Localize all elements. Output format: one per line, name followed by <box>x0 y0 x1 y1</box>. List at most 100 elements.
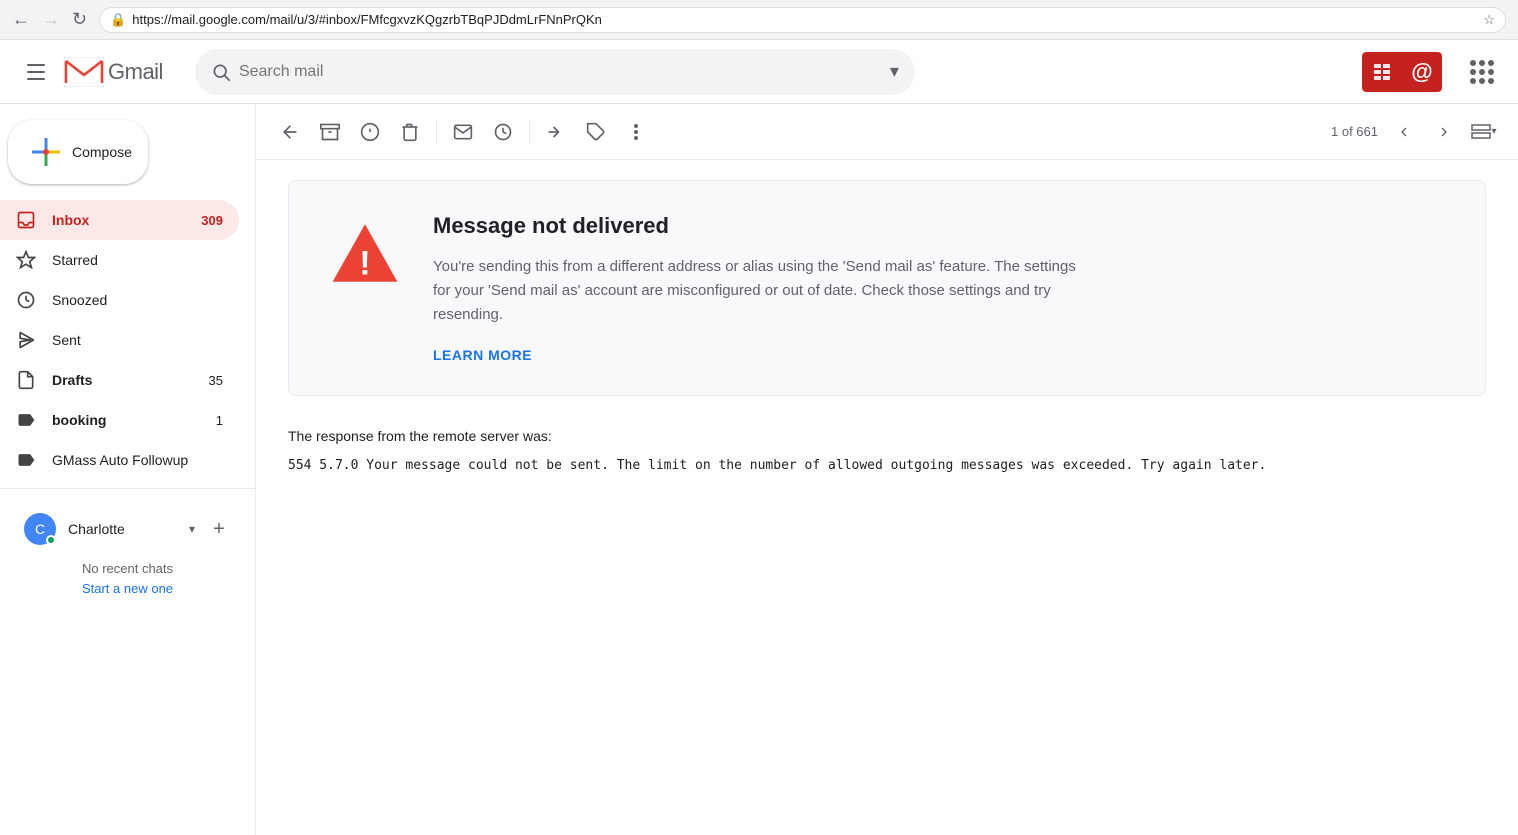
sidebar-item-gmass[interactable]: GMass Auto Followup <box>0 440 239 480</box>
error-description: You're sending this from a different add… <box>433 255 1093 327</box>
search-dropdown-icon[interactable]: ▾ <box>890 61 899 82</box>
page-count: 1 of 661 <box>1331 124 1378 139</box>
sidebar-item-sent[interactable]: Sent <box>0 320 239 360</box>
remote-response-section: The response from the remote server was:… <box>288 428 1486 493</box>
gmass-label: GMass Auto Followup <box>52 452 223 468</box>
draft-icon <box>16 370 36 390</box>
drafts-label: Drafts <box>52 372 193 388</box>
user-avatar: C <box>24 513 56 545</box>
more-options-button[interactable] <box>618 114 654 150</box>
star-icon[interactable]: ☆ <box>1483 12 1495 28</box>
email-toolbar: 1 of 661 ▾ <box>256 104 1518 160</box>
error-content: Message not delivered You're sending thi… <box>433 213 1445 363</box>
browser-bar: ← → ↻ 🔒 https://mail.google.com/mail/u/3… <box>0 0 1518 40</box>
archive-icon <box>320 122 340 142</box>
drafts-count: 35 <box>209 373 223 388</box>
search-input[interactable] <box>239 63 882 81</box>
more-dots-icon <box>634 123 638 141</box>
starred-label: Starred <box>52 252 223 268</box>
add-chat-button[interactable]: + <box>207 517 231 541</box>
sidebar-item-drafts[interactable]: Drafts 35 <box>0 360 239 400</box>
booking-count: 1 <box>216 413 223 428</box>
forward-nav-button[interactable]: → <box>42 9 60 30</box>
sidebar-item-snoozed[interactable]: Snoozed <box>0 280 239 320</box>
main-layout: Compose Inbox 309 Starred <box>0 104 1518 835</box>
sidebar-item-inbox[interactable]: Inbox 309 <box>0 200 239 240</box>
label-icon-gmass <box>16 450 36 470</box>
prev-arrow-icon <box>1396 124 1412 140</box>
compose-button[interactable]: Compose <box>8 120 148 184</box>
inbox-count: 309 <box>201 213 223 228</box>
snoozed-label: Snoozed <box>52 292 223 308</box>
report-spam-button[interactable] <box>352 114 388 150</box>
start-new-chat-link[interactable]: Start a new one <box>16 580 239 596</box>
url-bar[interactable]: 🔒 https://mail.google.com/mail/u/3/#inbo… <box>99 7 1506 33</box>
lock-icon: 🔒 <box>110 12 126 28</box>
view-options-button[interactable]: ▾ <box>1466 114 1502 150</box>
remote-response-label: The response from the remote server was: <box>288 428 1486 444</box>
at-icon: @ <box>1411 59 1432 85</box>
sheets-button[interactable] <box>1362 52 1402 92</box>
sheets-icon <box>1372 62 1392 82</box>
view-icon <box>1471 124 1491 140</box>
chat-user-name: Charlotte <box>68 521 177 537</box>
clock-icon <box>16 290 36 310</box>
star-nav-icon <box>16 250 36 270</box>
error-title: Message not delivered <box>433 213 1445 239</box>
sent-label: Sent <box>52 332 223 348</box>
chat-dropdown-icon[interactable]: ▾ <box>189 522 195 536</box>
google-apps-grid-button[interactable] <box>1462 52 1502 92</box>
compose-label: Compose <box>72 144 132 160</box>
mark-unread-button[interactable] <box>445 114 481 150</box>
label-icon-booking <box>16 410 36 430</box>
label-icon <box>586 122 606 142</box>
gmail-m-icon <box>64 57 104 87</box>
inbox-icon <box>16 210 36 230</box>
at-button[interactable]: @ <box>1402 52 1442 92</box>
back-arrow-icon <box>280 122 300 142</box>
warning-triangle-icon: ! <box>329 217 401 289</box>
send-icon <box>16 330 36 350</box>
menu-button[interactable] <box>16 52 56 92</box>
mail-icon <box>453 122 473 142</box>
snooze-button[interactable] <box>485 114 521 150</box>
svg-text:!: ! <box>359 245 370 283</box>
archive-button[interactable] <box>312 114 348 150</box>
start-new-chat-anchor[interactable]: Start a new one <box>82 581 173 596</box>
snooze-icon <box>493 122 513 142</box>
google-apps-buttons: @ <box>1362 52 1442 92</box>
chat-user-row[interactable]: C Charlotte ▾ + <box>16 505 239 553</box>
prev-email-button[interactable] <box>1386 114 1422 150</box>
learn-more-link[interactable]: LEARN MORE <box>433 347 532 363</box>
toolbar-pagination: 1 of 661 ▾ <box>1331 114 1502 150</box>
remote-response-code: 554 5.7.0 Your message could not be sent… <box>288 456 1486 477</box>
error-message-box: ! Message not delivered You're sending t… <box>288 180 1486 396</box>
topbar-right-buttons: @ <box>1362 52 1502 92</box>
back-to-inbox-button[interactable] <box>272 114 308 150</box>
next-email-button[interactable] <box>1426 114 1462 150</box>
gmail-logo[interactable]: Gmail <box>64 57 163 87</box>
delete-button[interactable] <box>392 114 428 150</box>
back-nav-button[interactable]: ← <box>12 9 30 30</box>
sidebar-item-starred[interactable]: Starred <box>0 240 239 280</box>
apps-grid-icon <box>1470 60 1494 84</box>
compose-plus-icon <box>32 138 60 166</box>
email-body: ! Message not delivered You're sending t… <box>256 160 1518 835</box>
chat-section: C Charlotte ▾ + No recent chats Start a … <box>0 488 255 612</box>
search-bar[interactable]: ▾ <box>195 49 915 95</box>
sidebar: Compose Inbox 309 Starred <box>0 104 256 835</box>
gmail-text-label: Gmail <box>108 59 163 85</box>
inbox-label: Inbox <box>52 212 185 228</box>
url-text: https://mail.google.com/mail/u/3/#inbox/… <box>132 12 1477 27</box>
refresh-button[interactable]: ↻ <box>72 9 87 30</box>
booking-label: booking <box>52 412 200 428</box>
label-button[interactable] <box>578 114 614 150</box>
move-icon <box>546 122 566 142</box>
no-chats-text: No recent chats <box>16 561 239 576</box>
next-arrow-icon <box>1436 124 1452 140</box>
email-area: 1 of 661 ▾ <box>256 104 1518 835</box>
search-icon <box>211 62 231 82</box>
topbar: Gmail ▾ @ <box>0 40 1518 104</box>
sidebar-item-booking[interactable]: booking 1 <box>0 400 239 440</box>
move-to-button[interactable] <box>538 114 574 150</box>
